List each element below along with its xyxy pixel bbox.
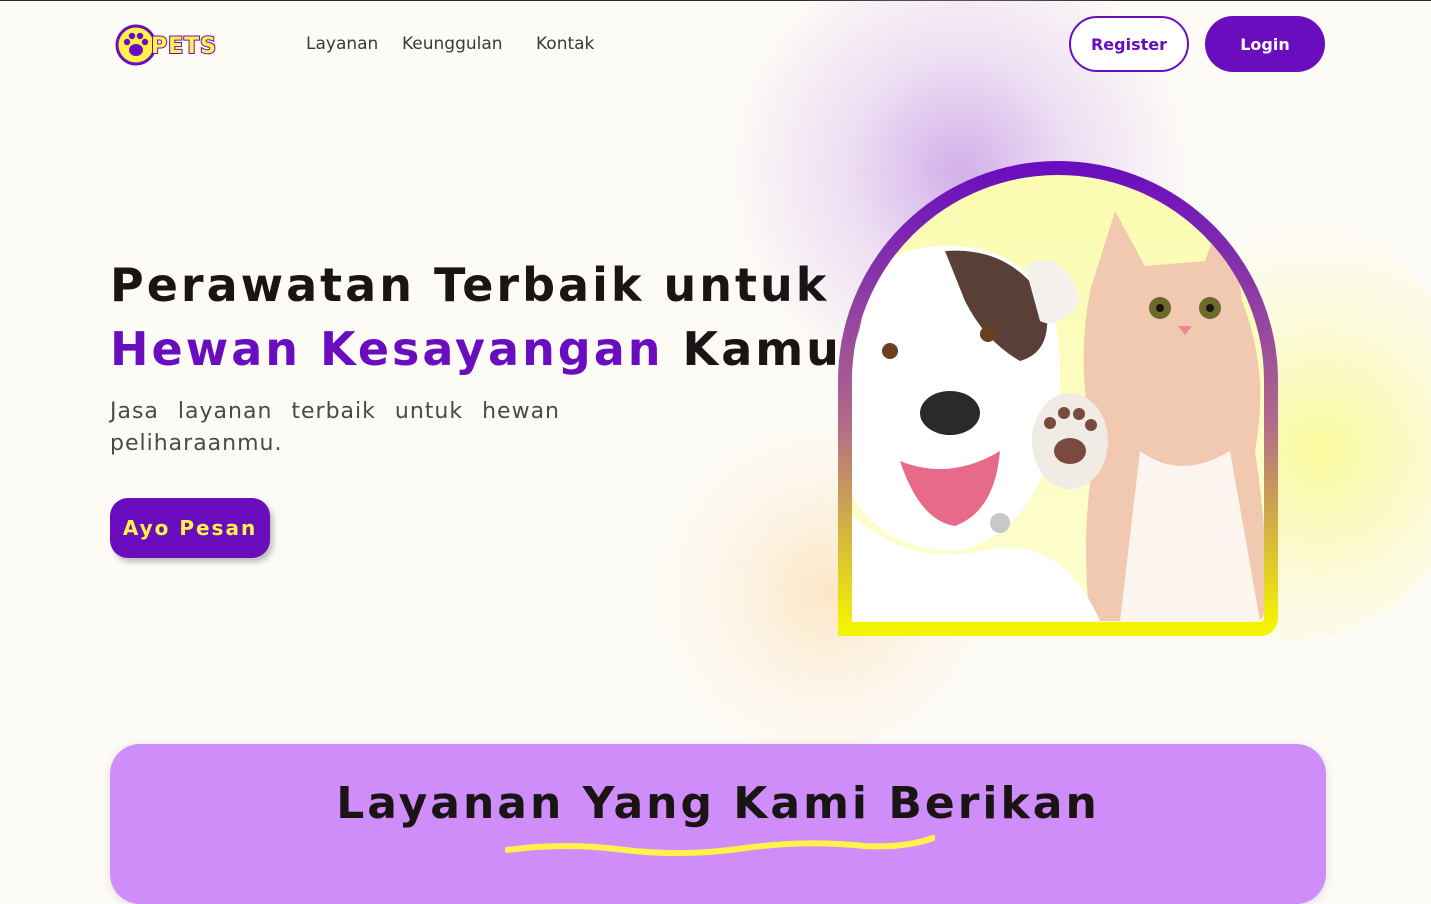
- nav-link-kontak[interactable]: Kontak: [536, 34, 594, 54]
- hero-title-accent: Hewan Kesayangan: [110, 322, 664, 376]
- login-button[interactable]: Login: [1205, 16, 1325, 72]
- register-button[interactable]: Register: [1069, 16, 1189, 72]
- order-button[interactable]: Ayo Pesan: [110, 498, 270, 558]
- nav-link-layanan[interactable]: Layanan: [306, 34, 378, 54]
- nav-link-keunggulan[interactable]: Keunggulan: [402, 34, 503, 54]
- services-section: Layanan Yang Kami Berikan: [110, 744, 1326, 904]
- services-title: Layanan Yang Kami Berikan: [336, 778, 1100, 829]
- hero-pet-illustration: [838, 161, 1278, 636]
- title-underline-decoration: [505, 835, 935, 857]
- hero-title: Perawatan Terbaik untuk Hewan Kesayangan…: [110, 253, 842, 381]
- hero-subtitle: Jasa layanan terbaik untuk hewan pelihar…: [110, 399, 560, 456]
- pets-logo[interactable]: PETS: [114, 23, 222, 67]
- hero-title-line1: Perawatan Terbaik untuk: [110, 258, 830, 312]
- logo-text: PETS: [151, 34, 217, 59]
